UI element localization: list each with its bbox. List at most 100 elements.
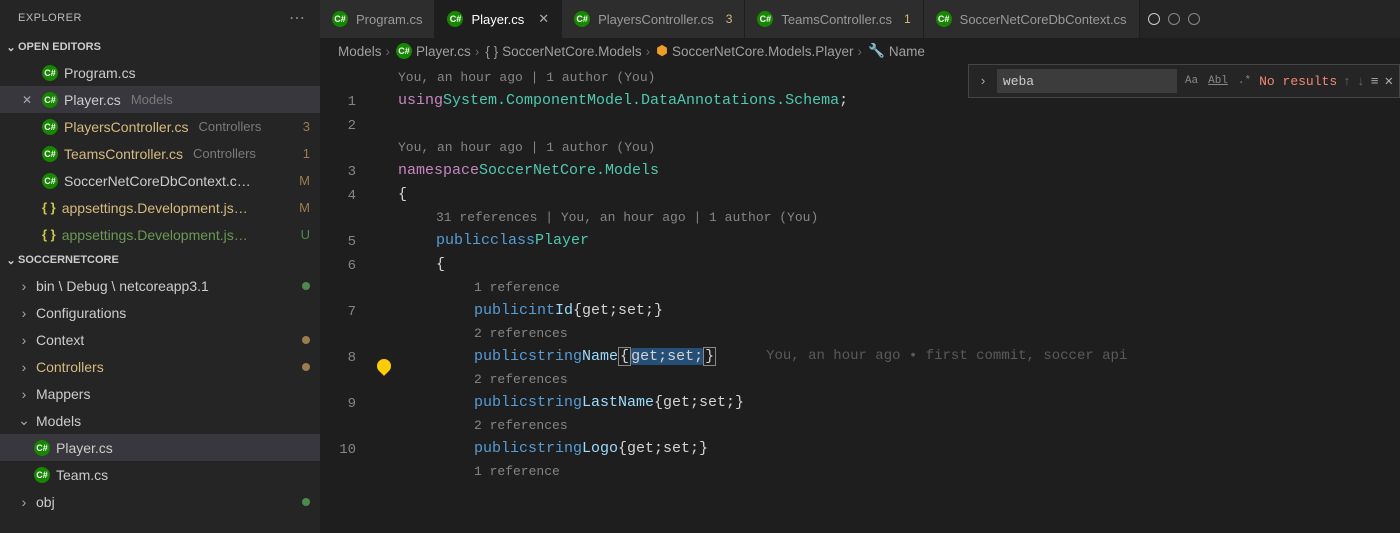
folder-item[interactable]: ›Controllers (0, 353, 320, 380)
close-icon: ✕ (18, 93, 36, 107)
find-widget: › Aa Abl .* No results ↑ ↓ ≡ ✕ (968, 64, 1400, 98)
line-number: 4 (348, 184, 356, 208)
chevron-right-icon: › (18, 278, 30, 294)
git-badge: 1 (303, 146, 310, 161)
open-editor-item[interactable]: C#PlayersController.csControllers3 (0, 113, 320, 140)
line-number: 10 (339, 438, 356, 462)
git-badge: M (299, 173, 310, 188)
chevron-right-icon: › (18, 332, 30, 348)
csharp-icon: C# (574, 11, 590, 27)
breadcrumb[interactable]: Models› C#Player.cs› { }SoccerNetCore.Mo… (320, 38, 1400, 64)
glyph-margin (370, 64, 398, 533)
ring-icon[interactable] (1168, 13, 1180, 25)
chevron-right-icon: › (18, 386, 30, 402)
current-line: public string Name {get;set;}You, an hou… (398, 344, 1400, 368)
editor-tab[interactable]: C#TeamsController.cs1 (745, 0, 923, 38)
folder-item[interactable]: ›bin \ Debug \ netcoreapp3.1 (0, 272, 320, 299)
chevron-down-icon: ⌄ (18, 412, 30, 429)
git-dot (302, 363, 310, 371)
line-number: 8 (348, 346, 356, 370)
csharp-icon: C# (757, 11, 773, 27)
codelens[interactable]: 31 references | You, an hour ago | 1 aut… (398, 206, 1400, 228)
braces-icon: { } (485, 44, 498, 59)
file-label: Player.cs (64, 92, 121, 108)
csharp-icon: C# (42, 92, 58, 108)
editor-area: C#Program.csC#Player.cs✕C#PlayersControl… (320, 0, 1400, 533)
open-editor-item[interactable]: C#TeamsController.csControllers1 (0, 140, 320, 167)
csharp-icon: C# (42, 173, 58, 189)
csharp-icon: C# (34, 467, 50, 483)
close-icon[interactable]: ✕ (1385, 73, 1393, 90)
prev-match-icon[interactable]: ↑ (1343, 74, 1351, 89)
match-word-icon[interactable]: Abl (1206, 73, 1230, 89)
find-in-selection-icon[interactable]: ≡ (1371, 74, 1379, 89)
explorer-sidebar: EXPLORER ⋯ ⌄ OPEN EDITORS C#Program.cs ✕ C… (0, 0, 320, 533)
crumb-namespace: { }SoccerNetCore.Models› (485, 44, 650, 59)
ring-icon[interactable] (1188, 13, 1200, 25)
git-blame: You, an hour ago • first commit, soccer … (766, 348, 1127, 364)
code-content[interactable]: › Aa Abl .* No results ↑ ↓ ≡ ✕ You, an h… (398, 64, 1400, 533)
json-icon: { } (42, 200, 56, 215)
crumb-folder: Models› (338, 44, 390, 59)
find-results: No results (1259, 74, 1337, 89)
folder-item[interactable]: ›obj (0, 488, 320, 515)
folder-item[interactable]: ⌄Models (0, 407, 320, 434)
next-match-icon[interactable]: ↓ (1357, 74, 1365, 89)
wrench-icon: 🔧 (868, 43, 885, 59)
more-icon[interactable]: ⋯ (289, 8, 306, 28)
crumb-member: 🔧Name (868, 43, 925, 59)
file-item[interactable]: C#Player.cs (0, 434, 320, 461)
git-badge: 3 (726, 12, 733, 26)
editor-tab[interactable]: C#Program.cs (320, 0, 435, 38)
git-dot (302, 336, 310, 344)
csharp-icon: C# (936, 11, 952, 27)
codelens[interactable]: 2 references (398, 414, 1400, 436)
open-editor-item[interactable]: { }appsettings.Development.js…M (0, 194, 320, 221)
editor-tab[interactable]: C#PlayersController.cs3 (562, 0, 745, 38)
codelens[interactable]: 1 reference (398, 276, 1400, 298)
git-dot (302, 498, 310, 506)
git-dot (302, 282, 310, 290)
git-badge: U (301, 227, 310, 242)
line-number: 6 (348, 254, 356, 278)
file-item[interactable]: C#Team.cs (0, 461, 320, 488)
file-label: SoccerNetCoreDbContext.c… (64, 173, 251, 189)
find-input[interactable] (997, 69, 1177, 93)
crumb-class: ⬢SoccerNetCore.Models.Player› (656, 43, 862, 59)
codelens[interactable]: You, an hour ago | 1 author (You) (398, 136, 1400, 158)
lightbulb-icon[interactable] (374, 356, 394, 376)
tab-actions (1140, 0, 1208, 38)
chevron-down-icon: ⌄ (4, 254, 18, 267)
editor-tab[interactable]: C#Player.cs✕ (435, 0, 562, 38)
git-badge: M (299, 200, 310, 215)
codelens[interactable]: 1 reference (398, 460, 1400, 482)
folder-item[interactable]: ›Configurations (0, 299, 320, 326)
open-editors-header[interactable]: ⌄ OPEN EDITORS (0, 35, 320, 59)
csharp-icon: C# (396, 43, 412, 59)
editor-tab[interactable]: C#SoccerNetCoreDbContext.cs (924, 0, 1140, 38)
line-number: 3 (348, 160, 356, 184)
file-label: appsettings.Development.js… (62, 227, 248, 243)
open-editor-item[interactable]: ✕C#Player.csModels (0, 86, 320, 113)
regex-icon[interactable]: .* (1236, 73, 1253, 89)
code-editor[interactable]: 12345678910 › Aa Abl .* No results ↑ ↓ ≡… (320, 64, 1400, 533)
chevron-right-icon: › (18, 494, 30, 510)
match-case-icon[interactable]: Aa (1183, 73, 1200, 89)
chevron-right-icon[interactable]: › (975, 74, 991, 89)
sidebar-title: EXPLORER (18, 12, 82, 24)
file-label: TeamsController.cs (64, 146, 183, 162)
ring-icon[interactable] (1148, 13, 1160, 25)
folder-item[interactable]: ›Context (0, 326, 320, 353)
open-editor-item[interactable]: C# SoccerNetCoreDbContext.c… M (0, 167, 320, 194)
crumb-file: C#Player.cs› (396, 43, 479, 59)
chevron-right-icon: › (18, 359, 30, 375)
close-icon[interactable]: ✕ (538, 11, 549, 27)
codelens[interactable]: 2 references (398, 322, 1400, 344)
project-header[interactable]: ⌄ SOCCERNETCORE (0, 248, 320, 272)
folder-item[interactable]: ›Mappers (0, 380, 320, 407)
open-editor-item[interactable]: { }appsettings.Development.js…U (0, 221, 320, 248)
codelens[interactable]: 2 references (398, 368, 1400, 390)
open-editor-item[interactable]: C#Program.cs (0, 59, 320, 86)
line-gutter: 12345678910 (320, 64, 370, 533)
tab-bar: C#Program.csC#Player.cs✕C#PlayersControl… (320, 0, 1400, 38)
